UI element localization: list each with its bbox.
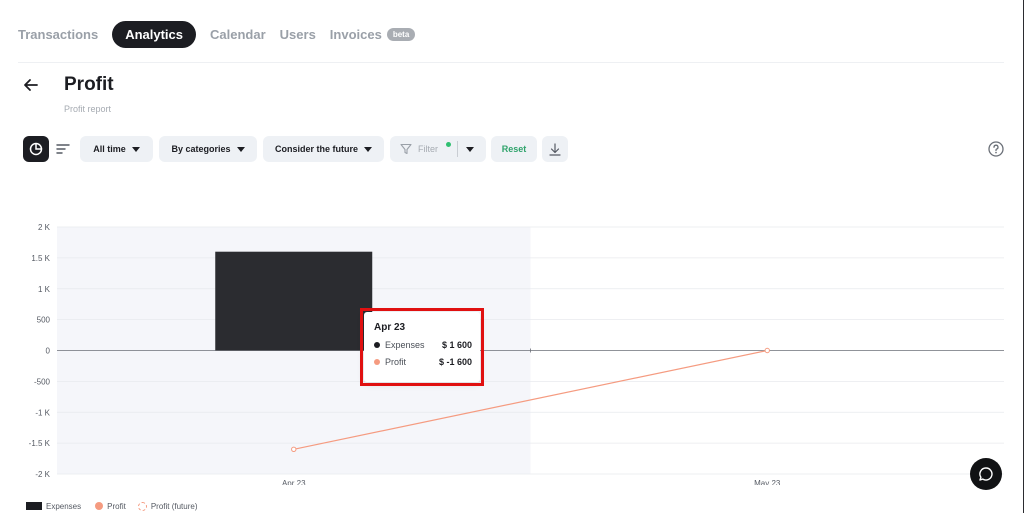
grouping-dropdown[interactable]: By categories xyxy=(159,136,257,162)
tab-calendar[interactable]: Calendar xyxy=(210,27,266,42)
tab-analytics[interactable]: Analytics xyxy=(112,20,197,48)
x-tick-label: Apr 23 xyxy=(282,479,306,485)
filter-separator xyxy=(457,141,458,157)
funnel-icon xyxy=(400,143,412,155)
tab-invoices-label: Invoices xyxy=(329,26,382,42)
chart-view-button[interactable] xyxy=(23,136,49,162)
top-nav: Transactions Analytics Calendar Users In… xyxy=(18,20,429,48)
future-label: Consider the future xyxy=(274,144,358,154)
tab-invoices[interactable]: Invoices beta xyxy=(329,26,416,42)
tab-users[interactable]: Users xyxy=(280,27,316,42)
expenses-swatch xyxy=(26,502,42,510)
filter-button[interactable]: Filter xyxy=(390,136,486,162)
y-tick-label: 500 xyxy=(37,316,51,325)
x-tick-label: May 23 xyxy=(754,479,781,485)
back-arrow-icon[interactable] xyxy=(22,76,40,94)
profit-swatch xyxy=(95,502,104,510)
filter-active-dot xyxy=(446,142,451,147)
y-tick-label: -1.5 K xyxy=(29,439,51,448)
period-dropdown[interactable]: All time xyxy=(80,136,153,162)
page-subtitle: Profit report xyxy=(64,104,112,114)
y-tick-label: 1.5 K xyxy=(31,254,50,263)
y-tick-label: -500 xyxy=(34,377,51,386)
legend-profit-future[interactable]: Profit (future) xyxy=(151,502,198,511)
chart-legend: Expenses Profit Profit (future) xyxy=(26,499,198,513)
legend-expenses[interactable]: Expenses xyxy=(46,502,81,511)
page-title: Profit xyxy=(64,74,114,95)
chat-bubble-icon xyxy=(979,467,993,481)
pie-chart-icon xyxy=(29,142,43,156)
chat-button[interactable] xyxy=(970,458,1002,490)
filter-label: Filter xyxy=(418,144,438,154)
tab-transactions[interactable]: Transactions xyxy=(18,27,98,42)
sort-lines-icon xyxy=(56,144,70,154)
list-view-button[interactable] xyxy=(51,136,75,162)
y-tick-label: 1 K xyxy=(38,285,51,294)
reset-button[interactable]: Reset xyxy=(491,136,537,162)
help-icon[interactable] xyxy=(988,141,1004,157)
grouping-label: By categories xyxy=(171,144,231,154)
profit-chart: 2 K 1.5 K 1 K 500 0 -500 -1 K -1.5 K -2 K Apr 23 M… xyxy=(29,223,1004,485)
caret-down-icon[interactable] xyxy=(466,147,474,152)
caret-down-icon xyxy=(131,146,140,152)
nav-divider xyxy=(18,62,1004,63)
caret-down-icon xyxy=(364,146,372,152)
download-icon xyxy=(549,142,561,156)
expenses-bar xyxy=(215,251,373,351)
y-tick-label: -1 K xyxy=(35,408,50,417)
profit-point xyxy=(291,446,297,453)
y-tick-label: 2 K xyxy=(38,223,51,232)
y-tick-label: 0 xyxy=(46,347,51,356)
y-tick-label: -2 K xyxy=(35,470,50,479)
profit-future-swatch xyxy=(137,501,147,511)
legend-profit[interactable]: Profit xyxy=(107,502,126,511)
profit-point xyxy=(764,347,770,354)
tooltip-highlight-frame xyxy=(360,308,484,386)
reset-label: Reset xyxy=(501,144,527,154)
caret-down-icon xyxy=(236,146,245,152)
period-label: All time xyxy=(93,144,126,154)
beta-badge: beta xyxy=(386,27,416,41)
future-dropdown[interactable]: Consider the future xyxy=(263,136,384,162)
download-button[interactable] xyxy=(542,136,568,162)
